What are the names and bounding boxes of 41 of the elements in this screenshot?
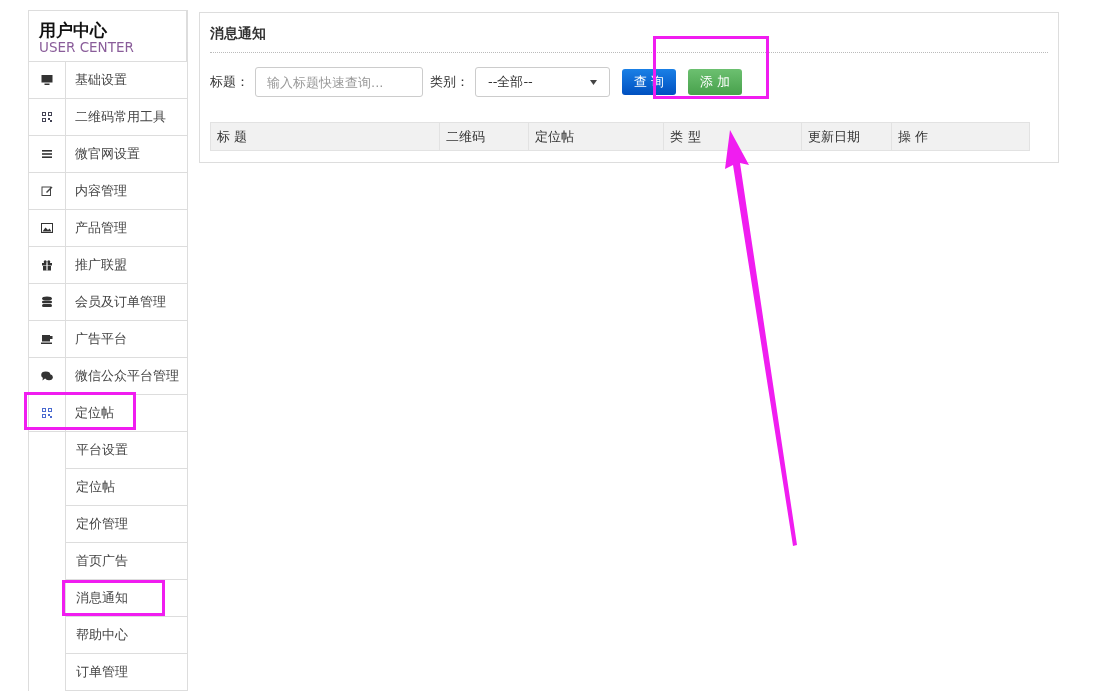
sidebar-title: 用户中心 <box>39 20 108 40</box>
column-header: 类 型 <box>663 122 802 151</box>
submenu-item[interactable]: 定价管理 <box>66 506 187 543</box>
sidebar-item[interactable]: 推广联盟 <box>66 247 127 283</box>
database-icon <box>41 296 53 308</box>
column-header: 更新日期 <box>801 122 892 151</box>
cup-icon <box>41 333 53 345</box>
column-header: 操 作 <box>891 122 1030 151</box>
sidebar-item[interactable]: 内容管理 <box>66 173 127 209</box>
submenu-item[interactable]: 首页广告 <box>66 543 187 580</box>
submenu-item[interactable]: 定位帖 <box>66 469 187 506</box>
sidebar-subtitle: USER CENTER <box>39 40 135 55</box>
field-label: 标题： <box>210 73 249 92</box>
sidebar-item[interactable]: 二维码常用工具 <box>66 99 166 135</box>
gift-icon <box>41 259 53 271</box>
sidebar-item[interactable]: 定位帖 <box>66 395 114 431</box>
sidebar-item[interactable]: 基础设置 <box>66 62 127 98</box>
category-dropdown[interactable]: --全部-- <box>475 67 610 97</box>
edit-icon <box>41 185 53 197</box>
image-icon <box>41 222 53 234</box>
sidebar-item[interactable]: 会员及订单管理 <box>66 284 166 320</box>
qr-grid-icon <box>41 111 53 123</box>
sidebar-item[interactable]: 微信公众平台管理 <box>66 358 179 394</box>
caret-icon <box>590 79 597 85</box>
column-header: 二维码 <box>439 122 529 151</box>
menu-icon <box>41 148 53 160</box>
sidebar-item[interactable]: 产品管理 <box>66 210 127 246</box>
sidebar-item[interactable]: 微官网设置 <box>66 136 140 172</box>
panel-title: 消息通知 <box>210 13 1048 53</box>
submenu-item[interactable]: 帮助中心 <box>66 617 187 654</box>
chat-icon <box>41 370 53 382</box>
submenu-item[interactable]: 订单管理 <box>66 654 187 691</box>
field-label: 类别： <box>430 73 469 92</box>
column-header: 定位帖 <box>528 122 664 151</box>
monitor-icon <box>41 74 53 86</box>
column-header: 标 题 <box>210 122 440 151</box>
qr-grid-icon <box>41 407 53 419</box>
submenu-item[interactable]: 平台设置 <box>66 432 187 469</box>
search-field[interactable]: 输入标题快速查询... <box>255 67 423 97</box>
sidebar-item[interactable]: 广告平台 <box>66 321 127 357</box>
submenu-item[interactable]: 消息通知 <box>66 580 187 617</box>
